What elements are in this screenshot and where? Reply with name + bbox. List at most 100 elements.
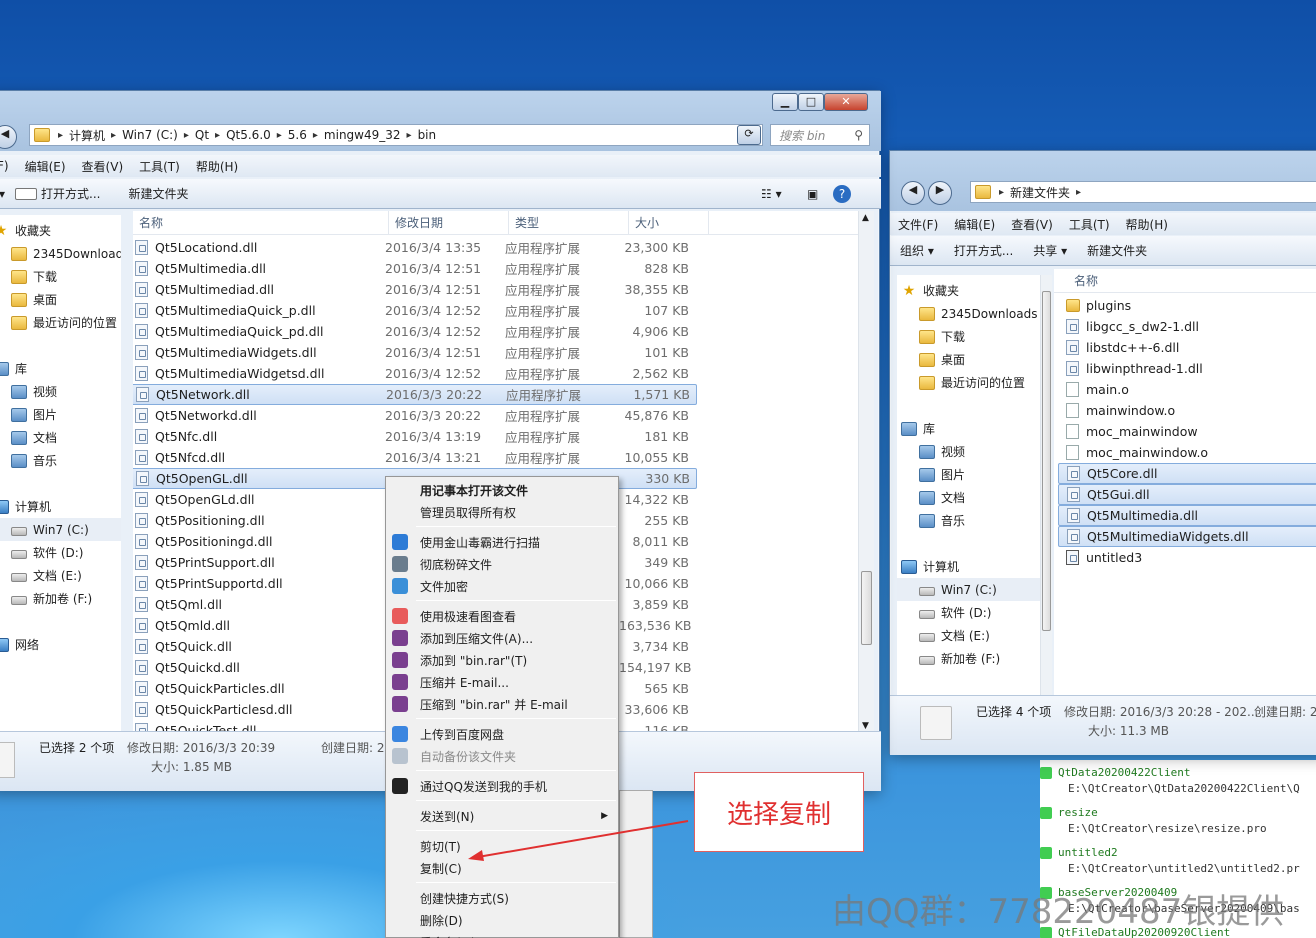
- menu-item-0[interactable]: 文件(F): [890, 216, 946, 233]
- left-address-bar[interactable]: ▸ 计算机 ▸ Win7 (C:) ▸ Qt ▸ Qt5.6.0 ▸ 5.6 ▸ mingw49_32…: [29, 124, 763, 146]
- menu-item-0[interactable]: F): [0, 159, 17, 173]
- preview-pane-icon[interactable]: ▣: [797, 187, 828, 201]
- nav-item-item[interactable]: 下载: [897, 325, 1043, 348]
- file-row[interactable]: moc_mainwindow.o: [1058, 442, 1316, 463]
- nav-item-d[interactable]: 软件 (D:): [0, 541, 121, 564]
- left-file-scrollbar[interactable]: ▲ ▼: [858, 211, 874, 737]
- menu-item-cmd-25[interactable]: 重命名(M): [386, 931, 618, 938]
- menu-item-3[interactable]: 工具(T): [1061, 216, 1118, 233]
- file-row[interactable]: Qt5Core.dll: [1058, 463, 1316, 484]
- file-row[interactable]: main.o: [1058, 379, 1316, 400]
- menu-item-qq[interactable]: 通过QQ发送到我的手机: [386, 775, 618, 797]
- qt-project-item[interactable]: resize E:\QtCreator\resize\resize.pro: [1040, 806, 1267, 835]
- maximize-button[interactable]: □: [798, 93, 824, 111]
- breadcrumb-win7-c[interactable]: Win7 (C:): [118, 128, 182, 142]
- nav-item-e[interactable]: 文档 (E:): [897, 624, 1043, 647]
- file-row[interactable]: moc_mainwindow: [1058, 421, 1316, 442]
- scrollbar-thumb[interactable]: [861, 571, 872, 645]
- breadcrumb-qt[interactable]: Qt: [191, 128, 213, 142]
- menu-item-4[interactable]: 帮助(H): [188, 158, 246, 175]
- file-row[interactable]: Qt5MultimediaWidgetsd.dll 2016/3/4 12:52 应…: [133, 363, 697, 384]
- menu-item-image-viewer[interactable]: 使用极速看图查看: [386, 605, 618, 627]
- scrollbar-thumb[interactable]: [1042, 291, 1051, 631]
- nav-item-item[interactable]: 网络: [0, 633, 121, 656]
- organize-button[interactable]: 组织 ▾: [890, 242, 944, 259]
- open-with-button[interactable]: 打开方式...: [37, 185, 110, 202]
- file-row[interactable]: plugins: [1058, 295, 1316, 316]
- nav-item-item[interactable]: 计算机: [0, 495, 121, 518]
- file-row[interactable]: Qt5Gui.dll: [1058, 484, 1316, 505]
- nav-item-item[interactable]: 音乐: [0, 449, 121, 472]
- open-with-button[interactable]: 打开方式...: [944, 242, 1023, 259]
- breadcrumb-item[interactable]: 计算机: [65, 127, 109, 144]
- file-row[interactable]: Qt5Network.dll 2016/3/3 20:22 应用程序扩展 1,571 …: [133, 384, 697, 405]
- nav-item-item[interactable]: 计算机: [897, 555, 1043, 578]
- nav-item-item[interactable]: 下载: [0, 265, 121, 288]
- menu-item-baidu-cloud[interactable]: 上传到百度网盘: [386, 723, 618, 745]
- file-row[interactable]: Qt5Networkd.dll 2016/3/3 20:22 应用程序扩展 45,87…: [133, 405, 697, 426]
- column-name[interactable]: 名称: [133, 211, 389, 235]
- menu-item-2[interactable]: 查看(V): [1003, 216, 1061, 233]
- nav-item-item[interactable]: 最近访问的位置: [897, 371, 1043, 394]
- nav-item-f[interactable]: 新加卷 (F:): [897, 647, 1043, 670]
- breadcrumb-qt5-6-0[interactable]: Qt5.6.0: [222, 128, 275, 142]
- nav-item-2345downloads[interactable]: 2345Downloads: [897, 302, 1043, 325]
- menu-item-encrypt[interactable]: 文件加密: [386, 575, 618, 597]
- new-folder-button[interactable]: 新建文件夹: [1077, 242, 1157, 259]
- menu-item-1[interactable]: 编辑(E): [17, 158, 74, 175]
- column-name[interactable]: 名称: [1054, 269, 1316, 293]
- nav-item-item[interactable]: 文档: [0, 426, 121, 449]
- nav-item-item[interactable]: 桌面: [0, 288, 121, 311]
- file-row[interactable]: libgcc_s_dw2-1.dll: [1058, 316, 1316, 337]
- file-row[interactable]: untitled3: [1058, 547, 1316, 568]
- file-row[interactable]: libstdc++-6.dll: [1058, 337, 1316, 358]
- refresh-button[interactable]: ⟳: [737, 125, 761, 145]
- menu-item-shredder[interactable]: 彻底粉碎文件: [386, 553, 618, 575]
- file-row[interactable]: mainwindow.o: [1058, 400, 1316, 421]
- file-row[interactable]: Qt5Multimedia.dll 2016/3/4 12:51 应用程序扩展 828…: [133, 258, 697, 279]
- minimize-button[interactable]: ▁: [772, 93, 798, 111]
- nav-item-item[interactable]: 库: [0, 357, 121, 380]
- menu-item-winrar[interactable]: 压缩到 "bin.rar" 并 E-mail: [386, 693, 618, 715]
- nav-item-item[interactable]: 视频: [0, 380, 121, 403]
- nav-item-item[interactable]: 图片: [897, 463, 1043, 486]
- nav-item-2345downloads[interactable]: 2345Downloads: [0, 242, 121, 265]
- scroll-down-arrow-icon[interactable]: ▼: [862, 721, 869, 731]
- nav-item-item[interactable]: 图片: [0, 403, 121, 426]
- menu-item-1[interactable]: 编辑(E): [946, 216, 1003, 233]
- qt-project-item[interactable]: QtData20200422Client E:\QtCreator\QtData2…: [1040, 766, 1300, 795]
- right-address-bar[interactable]: ▸ 新建文件夹 ▸: [970, 181, 1316, 203]
- file-row[interactable]: Qt5Nfcd.dll 2016/3/4 13:21 应用程序扩展 10,055 KB: [133, 447, 697, 468]
- file-row[interactable]: Qt5Multimedia.dll: [1058, 505, 1316, 526]
- nav-item-item[interactable]: 库: [897, 417, 1043, 440]
- search-input[interactable]: 搜索 bin ⚲: [770, 124, 870, 146]
- nav-item-item[interactable]: 文档: [897, 486, 1043, 509]
- right-nav-scrollbar[interactable]: [1040, 275, 1052, 695]
- qt-project-item[interactable]: untitled2 E:\QtCreator\untitled2\untitled…: [1040, 846, 1300, 875]
- nav-item-item[interactable]: ★ 收藏夹: [0, 219, 121, 242]
- nav-item-win7-c[interactable]: Win7 (C:): [0, 518, 121, 541]
- search-icon[interactable]: ⚲: [854, 128, 863, 142]
- menu-item-3[interactable]: 工具(T): [131, 158, 188, 175]
- scroll-up-arrow-icon[interactable]: ▲: [862, 213, 869, 223]
- nav-item-item[interactable]: 视频: [897, 440, 1043, 463]
- nav-item-e[interactable]: 文档 (E:): [0, 564, 121, 587]
- file-row[interactable]: Qt5MultimediaWidgets.dll 2016/3/4 12:51 应用…: [133, 342, 697, 363]
- nav-item-item[interactable]: 最近访问的位置: [0, 311, 121, 334]
- file-row[interactable]: Qt5MultimediaWidgets.dll: [1058, 526, 1316, 547]
- close-button[interactable]: ✕: [824, 93, 868, 111]
- menu-item-2[interactable]: 查看(V): [74, 158, 132, 175]
- file-row[interactable]: Qt5MultimediaQuick_pd.dll 2016/3/4 12:52 应…: [133, 321, 697, 342]
- nav-item-f[interactable]: 新加卷 (F:): [0, 587, 121, 610]
- nav-item-item[interactable]: 桌面: [897, 348, 1043, 371]
- nav-item-win7-c[interactable]: Win7 (C:): [897, 578, 1043, 601]
- breadcrumb-bin[interactable]: bin: [414, 128, 441, 142]
- right-back-button[interactable]: ◀: [901, 181, 925, 205]
- breadcrumb-5-6[interactable]: 5.6: [284, 128, 311, 142]
- menu-item-winrar[interactable]: 添加到压缩文件(A)...: [386, 627, 618, 649]
- breadcrumb-new-folder[interactable]: 新建文件夹: [1006, 184, 1074, 201]
- share-button[interactable]: 共享 ▾: [1023, 242, 1077, 259]
- view-options-icon[interactable]: ☷ ▾: [751, 187, 792, 201]
- nav-item-d[interactable]: 软件 (D:): [897, 601, 1043, 624]
- menu-item-winrar[interactable]: 添加到 "bin.rar"(T): [386, 649, 618, 671]
